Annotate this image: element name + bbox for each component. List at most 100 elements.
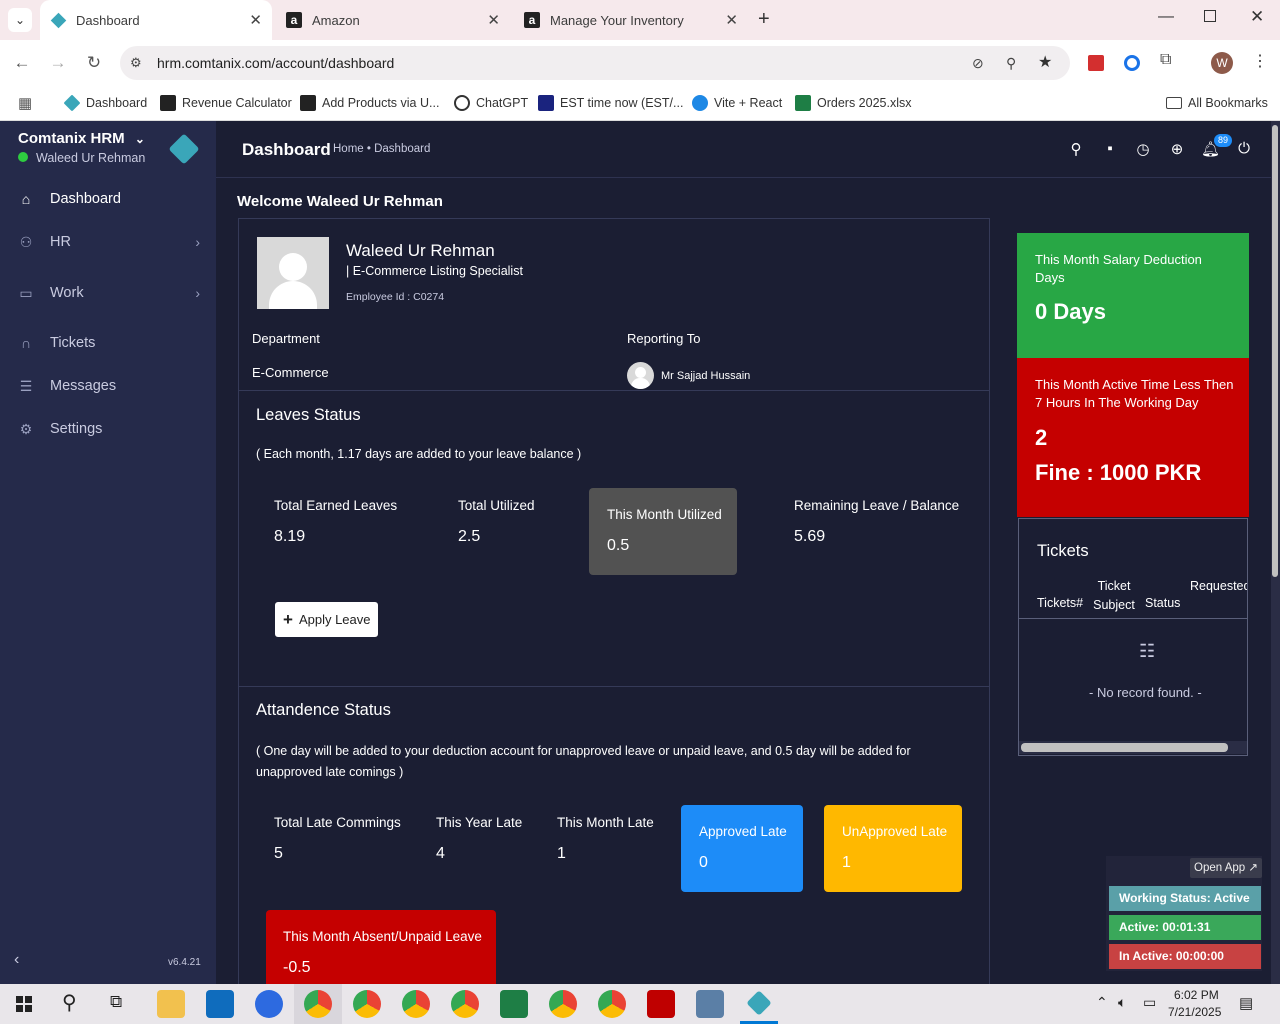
- restore-icon[interactable]: [1204, 10, 1216, 22]
- back-icon[interactable]: ←: [11, 52, 33, 74]
- excel-icon[interactable]: [500, 990, 528, 1018]
- url-input[interactable]: ⚙ hrm.comtanix.com/account/dashboard ⊘ ⚲…: [120, 46, 1070, 80]
- chevron-right-icon: ›: [195, 285, 200, 301]
- comtanix-app-icon[interactable]: [746, 990, 772, 1016]
- tab-amazon[interactable]: a Amazon ✕: [280, 0, 510, 40]
- calculator-icon[interactable]: [696, 990, 724, 1018]
- forward-icon[interactable]: →: [47, 52, 69, 74]
- bookmark-vite[interactable]: Vite + React: [692, 93, 782, 113]
- tab-title: Dashboard: [76, 12, 140, 28]
- employee-id: Employee Id : C0274: [346, 291, 445, 303]
- zoom-icon[interactable]: ⚲: [1006, 46, 1016, 80]
- chrome-icon[interactable]: [304, 990, 332, 1018]
- tab-search-button[interactable]: ⌄: [8, 8, 32, 32]
- bookmark-revenue[interactable]: Revenue Calculator: [160, 93, 292, 113]
- reload-icon[interactable]: ↻: [83, 52, 105, 74]
- network-icon[interactable]: ▭: [1143, 994, 1156, 1011]
- tickets-scrollbar-thumb[interactable]: [1021, 743, 1228, 752]
- sidebar-item-label: Work: [50, 285, 84, 301]
- apps-icon[interactable]: ▦: [18, 93, 32, 113]
- reporting-label: Reporting To: [627, 331, 701, 346]
- clock-date[interactable]: 7/21/2025: [1168, 1005, 1221, 1019]
- amazon-icon: a: [286, 12, 302, 28]
- working-status-badge: Working Status: Active: [1109, 886, 1261, 911]
- pdf-extension-icon[interactable]: [1088, 55, 1104, 71]
- attendance-note: ( One day will be added to your deductio…: [256, 744, 911, 779]
- add-circle-icon[interactable]: ⊕: [1168, 140, 1186, 158]
- sidebar-item-messages[interactable]: ☰ Messages: [0, 365, 216, 407]
- bookmark-add-products[interactable]: Add Products via U...: [300, 93, 439, 113]
- approved-late-box: [681, 805, 803, 892]
- department-value: E-Commerce: [252, 365, 329, 380]
- eye-off-icon[interactable]: ⊘: [972, 46, 984, 80]
- folder-icon: [1166, 97, 1182, 109]
- briefcase-icon: ▭: [19, 284, 33, 301]
- windows-start-icon[interactable]: [16, 996, 32, 1012]
- close-tab-icon[interactable]: ✕: [725, 11, 738, 29]
- profile-avatar[interactable]: W: [1211, 52, 1233, 74]
- tab-inventory[interactable]: a Manage Your Inventory ✕: [518, 0, 748, 40]
- tickets-col-status: Status: [1145, 596, 1181, 610]
- outlook-icon[interactable]: [206, 990, 234, 1018]
- chrome-icon[interactable]: [402, 990, 430, 1018]
- open-app-button[interactable]: Open App ↗: [1190, 858, 1262, 878]
- sidebar-item-label: HR: [50, 234, 71, 250]
- puzzle-icon[interactable]: ⧉: [1160, 51, 1171, 69]
- bookmark-orders[interactable]: Orders 2025.xlsx: [795, 93, 911, 113]
- file-explorer-icon[interactable]: [157, 990, 185, 1018]
- close-tab-icon[interactable]: ✕: [487, 11, 500, 29]
- notification-center-icon[interactable]: ▤: [1239, 994, 1253, 1012]
- chrome-icon[interactable]: [598, 990, 626, 1018]
- bookmark-dashboard[interactable]: Dashboard: [63, 93, 147, 113]
- comtanix-icon: [63, 94, 81, 112]
- plus-icon: +: [283, 609, 293, 629]
- collapse-sidebar-icon[interactable]: ‹: [14, 951, 19, 969]
- bookmark-label: Vite + React: [714, 96, 783, 110]
- menu-icon[interactable]: ⋮: [1252, 51, 1268, 71]
- inactive-time-badge: In Active: 00:00:00: [1109, 944, 1261, 969]
- search-icon[interactable]: ⚲: [1067, 140, 1085, 158]
- sidebar-item-settings[interactable]: ⚙ Settings: [0, 408, 216, 450]
- chrome-icon[interactable]: [549, 990, 577, 1018]
- sidebar-item-hr[interactable]: ⚇ HR ›: [0, 221, 216, 263]
- tab-dashboard[interactable]: Dashboard ✕: [40, 0, 272, 40]
- new-tab-button[interactable]: +: [758, 8, 770, 31]
- sidebar-item-work[interactable]: ▭ Work ›: [0, 272, 216, 314]
- clock-icon[interactable]: ◷: [1134, 140, 1152, 158]
- star-icon[interactable]: ★: [1038, 46, 1052, 80]
- minimize-icon[interactable]: —: [1158, 8, 1174, 26]
- brand-name[interactable]: Comtanix HRM ⌄: [18, 130, 145, 147]
- apply-leave-button[interactable]: + Apply Leave: [275, 602, 378, 637]
- clock-time[interactable]: 6:02 PM: [1174, 988, 1219, 1002]
- all-bookmarks[interactable]: All Bookmarks: [1166, 93, 1268, 113]
- search-icon[interactable]: ⚲: [62, 990, 77, 1015]
- page-scrollbar-thumb[interactable]: [1272, 125, 1278, 577]
- zoom-icon[interactable]: [255, 990, 283, 1018]
- power-icon[interactable]: ⏻: [1235, 140, 1253, 157]
- reporting-name[interactable]: Mr Sajjad Hussain: [661, 370, 750, 382]
- close-window-icon[interactable]: ✕: [1250, 7, 1264, 27]
- breadcrumb[interactable]: Home • Dashboard: [333, 143, 430, 155]
- utilized-value: 2.5: [458, 528, 481, 545]
- sidebar-item-label: Messages: [50, 378, 117, 394]
- chrome-icon[interactable]: [451, 990, 479, 1018]
- bookmark-est-time[interactable]: EST time now (EST/...: [538, 93, 683, 113]
- bookmark-chatgpt[interactable]: ChatGPT: [454, 93, 528, 113]
- unapproved-late-value: 1: [842, 854, 851, 871]
- site-info-icon[interactable]: ⚙: [130, 46, 142, 80]
- filezilla-icon[interactable]: [647, 990, 675, 1018]
- notes-icon[interactable]: ▪: [1101, 140, 1119, 157]
- chevron-up-icon[interactable]: ⌃: [1096, 994, 1108, 1011]
- tickets-empty: - No record found. -: [1089, 685, 1202, 700]
- earned-leaves-value: 8.19: [274, 528, 306, 545]
- close-tab-icon[interactable]: ✕: [249, 11, 262, 29]
- task-view-icon[interactable]: ⧉: [110, 992, 122, 1012]
- sidebar-item-label: Dashboard: [50, 191, 121, 207]
- sidebar-item-dashboard[interactable]: ⌂ Dashboard: [0, 178, 216, 220]
- sidebar-item-tickets[interactable]: ∩ Tickets: [0, 322, 216, 364]
- chrome-icon[interactable]: [353, 990, 381, 1018]
- unapproved-late-label: UnApproved Late: [842, 824, 948, 839]
- extension-icon[interactable]: [1124, 55, 1140, 71]
- volume-icon[interactable]: 🔈︎: [1118, 994, 1126, 1011]
- year-late-value: 4: [436, 845, 445, 862]
